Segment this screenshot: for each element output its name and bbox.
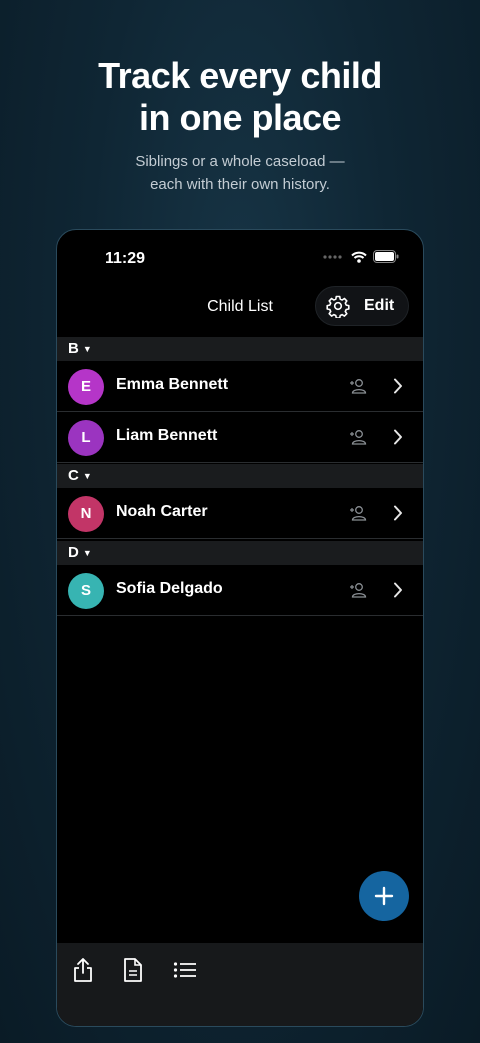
chevron-right-icon[interactable] [393,429,403,445]
share-icon[interactable] [72,957,94,983]
add-child-button[interactable] [359,871,409,921]
child-name: Sofia Delgado [116,580,223,597]
child-row-emma-bennett[interactable]: E Emma Bennett [57,361,423,412]
promo-headline-line-2: in one place [138,97,342,138]
list-icon[interactable] [173,961,197,979]
child-name: Emma Bennett [116,376,229,393]
status-time: 11:29 [105,250,146,267]
gear-icon[interactable] [326,294,350,318]
chevron-right-icon[interactable] [393,378,403,394]
nav-actions: Edit [315,286,409,326]
phone-screen: 11:29 Child List Edit B ▼ E Emma Bennett… [56,229,424,1027]
person-add-icon[interactable] [349,581,367,599]
wifi-icon [351,251,367,263]
caret-down-icon: ▼ [82,471,92,481]
caret-down-icon: ▼ [82,548,92,558]
status-icons [323,250,399,263]
promo-subtitle: Siblings or a whole caseload — each with… [0,150,480,196]
bottom-toolbar [57,943,423,1026]
section-letter: C [68,467,79,484]
section-header-c[interactable]: C ▼ [57,464,423,488]
avatar: E [68,369,104,405]
person-add-icon[interactable] [349,428,367,446]
child-row-sofia-delgado[interactable]: S Sofia Delgado [57,565,423,616]
child-name: Liam Bennett [116,427,218,444]
promo-headline-line-1: Track every child [98,55,382,96]
document-icon[interactable] [123,957,143,983]
promo-subtitle-line-2: each with their own history. [150,176,330,193]
caret-down-icon: ▼ [82,344,92,354]
person-add-icon[interactable] [349,377,367,395]
section-letter: B [68,340,79,357]
avatar: N [68,496,104,532]
status-bar: 11:29 [57,230,423,288]
chevron-right-icon[interactable] [393,582,403,598]
person-add-icon[interactable] [349,504,367,522]
avatar: L [68,420,104,456]
chevron-right-icon[interactable] [393,505,403,521]
section-letter: D [68,544,79,561]
section-header-d[interactable]: D ▼ [57,541,423,565]
nav-bar: Child List Edit [57,286,423,330]
section-header-b[interactable]: B ▼ [57,337,423,361]
child-row-liam-bennett[interactable]: L Liam Bennett [57,412,423,463]
child-row-noah-carter[interactable]: N Noah Carter [57,488,423,539]
avatar: S [68,573,104,609]
battery-icon [373,250,399,263]
promo-headline: Track every child in one place [0,55,480,139]
promo-subtitle-line-1: Siblings or a whole caseload — [135,153,345,170]
signal-dots-icon [323,254,342,259]
plus-icon [374,886,394,906]
child-name: Noah Carter [116,503,208,520]
edit-button[interactable]: Edit [364,297,394,315]
